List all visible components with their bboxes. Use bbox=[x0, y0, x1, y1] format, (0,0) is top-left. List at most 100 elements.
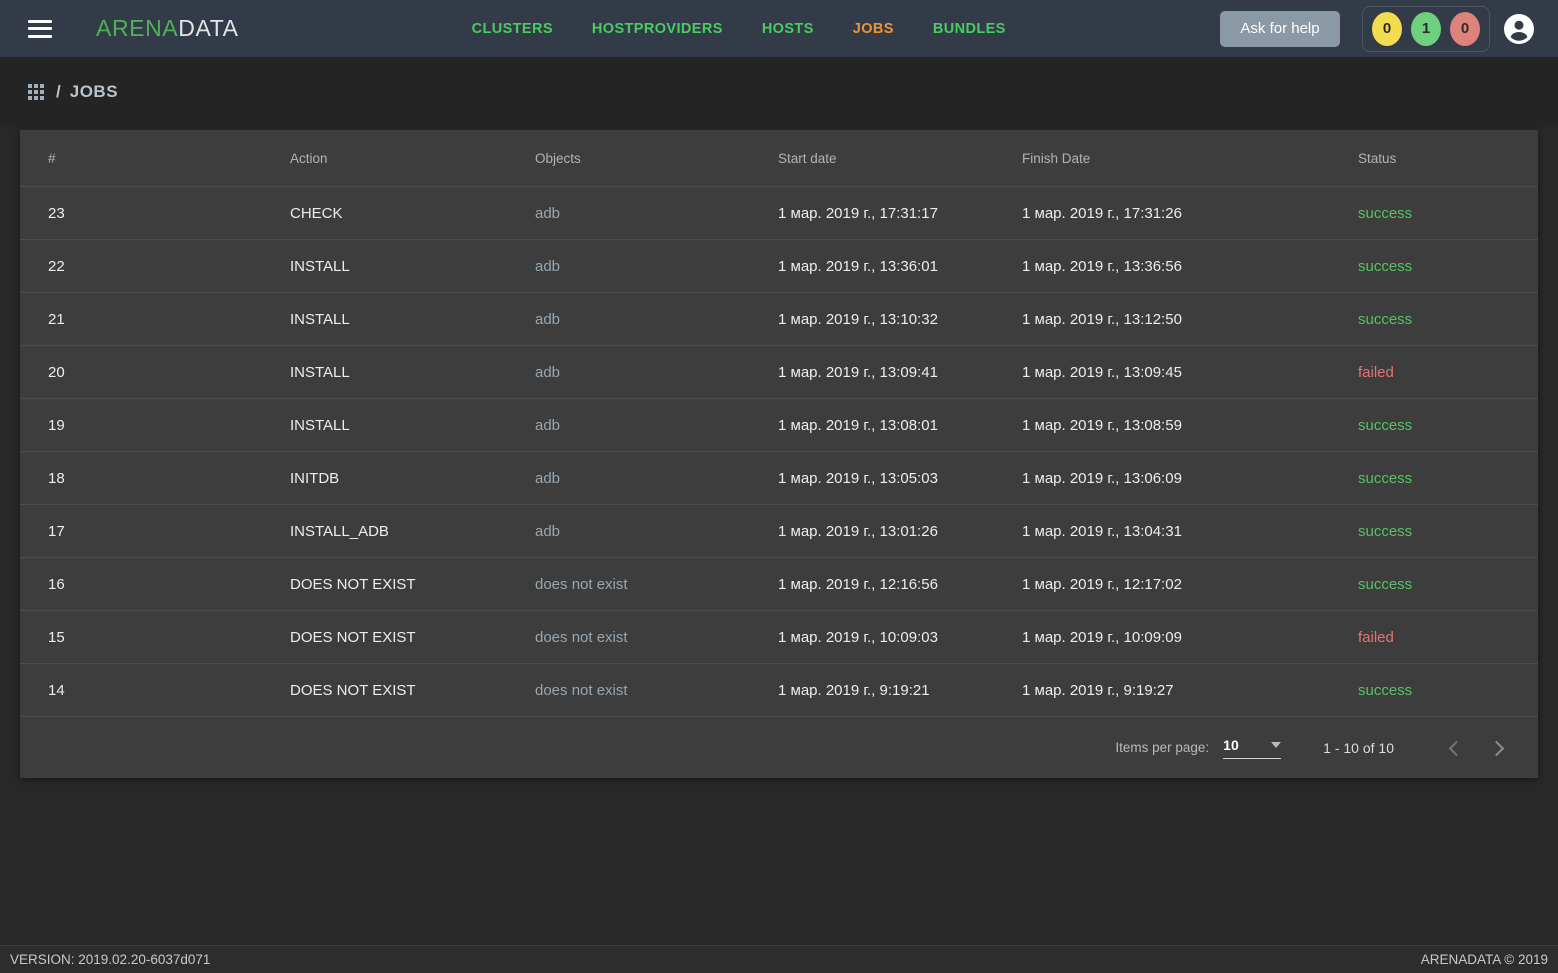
column-header-objects: Objects bbox=[535, 151, 778, 166]
page-range-label: 1 - 10 of 10 bbox=[1323, 740, 1394, 756]
job-status-cell: success bbox=[1358, 311, 1538, 328]
menu-icon[interactable] bbox=[28, 20, 52, 38]
job-finish-cell: 1 мар. 2019 г., 17:31:26 bbox=[1022, 205, 1358, 222]
job-action-cell: DOES NOT EXIST bbox=[290, 576, 535, 593]
job-start-cell: 1 мар. 2019 г., 13:01:26 bbox=[778, 523, 1022, 540]
job-id-cell: 19 bbox=[48, 417, 290, 434]
footer: VERSION: 2019.02.20-6037d071 ARENADATA ©… bbox=[0, 945, 1558, 973]
breadcrumb: / JOBS bbox=[0, 57, 1558, 127]
column-header-status: Status bbox=[1358, 151, 1538, 166]
column-header-finish-date: Finish Date bbox=[1022, 151, 1358, 166]
nav-item-jobs[interactable]: JOBS bbox=[853, 21, 894, 37]
logo-part-white: DATA bbox=[178, 15, 238, 41]
nav-item-hosts[interactable]: HOSTS bbox=[762, 21, 814, 37]
nav-item-bundles[interactable]: BUNDLES bbox=[933, 21, 1006, 37]
nav-item-clusters[interactable]: CLUSTERS bbox=[472, 21, 553, 37]
table-row[interactable]: 21 INSTALL adb 1 мар. 2019 г., 13:10:32 … bbox=[20, 292, 1538, 345]
table-row[interactable]: 19 INSTALL adb 1 мар. 2019 г., 13:08:01 … bbox=[20, 398, 1538, 451]
account-icon[interactable] bbox=[1504, 14, 1534, 44]
job-action-cell: DOES NOT EXIST bbox=[290, 629, 535, 646]
ask-for-help-button[interactable]: Ask for help bbox=[1220, 11, 1340, 47]
job-id-cell: 18 bbox=[48, 470, 290, 487]
job-objects-link[interactable]: adb bbox=[535, 205, 778, 222]
caret-down-icon bbox=[1271, 742, 1281, 748]
breadcrumb-current: JOBS bbox=[70, 82, 118, 102]
job-finish-cell: 1 мар. 2019 г., 13:08:59 bbox=[1022, 417, 1358, 434]
job-id-cell: 21 bbox=[48, 311, 290, 328]
job-id-cell: 20 bbox=[48, 364, 290, 381]
jobs-success-badge[interactable]: 1 bbox=[1411, 12, 1441, 46]
job-status-cell: failed bbox=[1358, 364, 1538, 381]
table-row[interactable]: 22 INSTALL adb 1 мар. 2019 г., 13:36:01 … bbox=[20, 239, 1538, 292]
job-finish-cell: 1 мар. 2019 г., 12:17:02 bbox=[1022, 576, 1358, 593]
apps-grid-icon[interactable] bbox=[28, 84, 44, 100]
nav-links: CLUSTERS HOSTPROVIDERS HOSTS JOBS BUNDLES bbox=[472, 21, 1006, 37]
job-counter-badges[interactable]: 010 bbox=[1362, 6, 1490, 52]
table-row[interactable]: 23 CHECK adb 1 мар. 2019 г., 17:31:17 1 … bbox=[20, 186, 1538, 239]
job-status-cell: success bbox=[1358, 417, 1538, 434]
job-action-cell: INITDB bbox=[290, 470, 535, 487]
items-per-page-select[interactable]: 10 bbox=[1223, 737, 1281, 759]
job-status-cell: success bbox=[1358, 523, 1538, 540]
nav-item-hostproviders[interactable]: HOSTPROVIDERS bbox=[592, 21, 723, 37]
job-start-cell: 1 мар. 2019 г., 17:31:17 bbox=[778, 205, 1022, 222]
items-per-page-value: 10 bbox=[1223, 737, 1239, 753]
job-id-cell: 23 bbox=[48, 205, 290, 222]
table-row[interactable]: 17 INSTALL_ADB adb 1 мар. 2019 г., 13:01… bbox=[20, 504, 1538, 557]
job-action-cell: INSTALL bbox=[290, 417, 535, 434]
jobs-table: #ActionObjectsStart dateFinish DateStatu… bbox=[20, 130, 1538, 778]
logo-part-green: ARENA bbox=[96, 15, 178, 41]
top-nav: ARENADATA CLUSTERS HOSTPROVIDERS HOSTS JOBS… bbox=[0, 0, 1558, 57]
next-page-button[interactable] bbox=[1486, 736, 1510, 760]
job-action-cell: INSTALL bbox=[290, 311, 535, 328]
job-objects-link[interactable]: does not exist bbox=[535, 629, 778, 646]
table-row[interactable]: 20 INSTALL adb 1 мар. 2019 г., 13:09:41 … bbox=[20, 345, 1538, 398]
job-action-cell: INSTALL bbox=[290, 258, 535, 275]
job-objects-link[interactable]: adb bbox=[535, 364, 778, 381]
job-start-cell: 1 мар. 2019 г., 9:19:21 bbox=[778, 682, 1022, 699]
job-status-cell: success bbox=[1358, 258, 1538, 275]
table-row[interactable]: 16 DOES NOT EXIST does not exist 1 мар. … bbox=[20, 557, 1538, 610]
copyright-label: ARENADATA © 2019 bbox=[1421, 952, 1548, 967]
job-start-cell: 1 мар. 2019 г., 10:09:03 bbox=[778, 629, 1022, 646]
job-action-cell: INSTALL_ADB bbox=[290, 523, 535, 540]
items-per-page-label: Items per page: bbox=[1115, 740, 1209, 755]
jobs-failed-badge[interactable]: 0 bbox=[1450, 12, 1480, 46]
job-objects-link[interactable]: adb bbox=[535, 470, 778, 487]
job-start-cell: 1 мар. 2019 г., 13:09:41 bbox=[778, 364, 1022, 381]
job-objects-link[interactable]: adb bbox=[535, 258, 778, 275]
job-objects-link[interactable]: does not exist bbox=[535, 576, 778, 593]
job-id-cell: 22 bbox=[48, 258, 290, 275]
column-header-id: # bbox=[48, 151, 290, 166]
job-status-cell: success bbox=[1358, 576, 1538, 593]
table-row[interactable]: 15 DOES NOT EXIST does not exist 1 мар. … bbox=[20, 610, 1538, 663]
column-header-action: Action bbox=[290, 151, 535, 166]
pagination-bar: Items per page: 10 1 - 10 of 10 bbox=[20, 716, 1538, 778]
table-header-row: #ActionObjectsStart dateFinish DateStatu… bbox=[20, 130, 1538, 186]
nav-right: Ask for help 010 bbox=[1220, 6, 1534, 52]
job-status-cell: failed bbox=[1358, 629, 1538, 646]
job-status-cell: success bbox=[1358, 470, 1538, 487]
job-objects-link[interactable]: does not exist bbox=[535, 682, 778, 699]
job-finish-cell: 1 мар. 2019 г., 13:09:45 bbox=[1022, 364, 1358, 381]
job-finish-cell: 1 мар. 2019 г., 13:06:09 bbox=[1022, 470, 1358, 487]
job-start-cell: 1 мар. 2019 г., 13:05:03 bbox=[778, 470, 1022, 487]
job-status-cell: success bbox=[1358, 205, 1538, 222]
job-start-cell: 1 мар. 2019 г., 13:08:01 bbox=[778, 417, 1022, 434]
job-action-cell: DOES NOT EXIST bbox=[290, 682, 535, 699]
logo[interactable]: ARENADATA bbox=[96, 15, 239, 42]
table-row[interactable]: 18 INITDB adb 1 мар. 2019 г., 13:05:03 1… bbox=[20, 451, 1538, 504]
job-start-cell: 1 мар. 2019 г., 12:16:56 bbox=[778, 576, 1022, 593]
jobs-running-badge[interactable]: 0 bbox=[1372, 12, 1402, 46]
job-id-cell: 16 bbox=[48, 576, 290, 593]
version-label: VERSION: 2019.02.20-6037d071 bbox=[10, 952, 210, 967]
job-finish-cell: 1 мар. 2019 г., 9:19:27 bbox=[1022, 682, 1358, 699]
job-objects-link[interactable]: adb bbox=[535, 417, 778, 434]
job-objects-link[interactable]: adb bbox=[535, 523, 778, 540]
table-row[interactable]: 14 DOES NOT EXIST does not exist 1 мар. … bbox=[20, 663, 1538, 716]
job-finish-cell: 1 мар. 2019 г., 13:04:31 bbox=[1022, 523, 1358, 540]
prev-page-button[interactable] bbox=[1442, 736, 1466, 760]
job-objects-link[interactable]: adb bbox=[535, 311, 778, 328]
job-action-cell: INSTALL bbox=[290, 364, 535, 381]
job-id-cell: 17 bbox=[48, 523, 290, 540]
